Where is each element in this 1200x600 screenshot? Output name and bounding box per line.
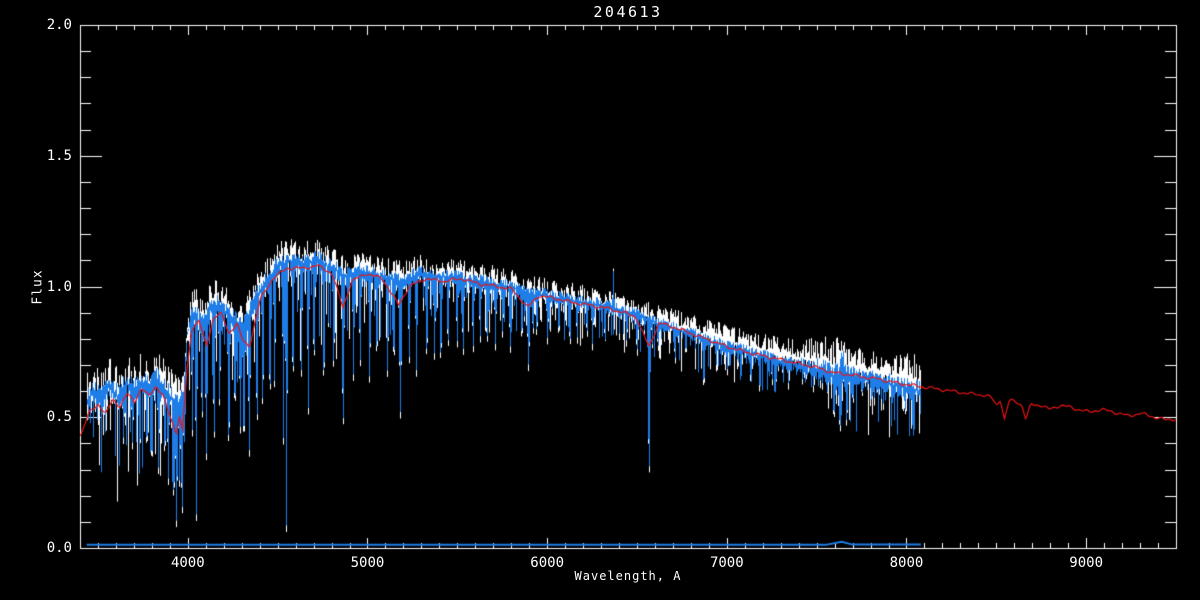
y-tick-label: 2.0 (46, 17, 72, 33)
y-tick-label: 0.5 (46, 409, 72, 426)
spectrum-plot-canvas (0, 0, 1200, 600)
x-tick-label: 7000 (709, 555, 744, 571)
x-tick-label: 9000 (1069, 555, 1104, 571)
plot-title: 204613 (593, 3, 663, 21)
y-tick-label: 0.0 (46, 540, 72, 556)
x-axis-label: Wavelength, A (574, 569, 682, 583)
x-tick-label: 5000 (350, 555, 385, 571)
y-tick-label: 1.0 (46, 278, 72, 295)
spectrum-figure: 204613 Flux Wavelength, A 4000 5000 6000 70… (0, 0, 1200, 600)
x-tick-label: 6000 (530, 555, 564, 571)
x-tick-label: 8000 (889, 555, 924, 571)
x-tick-label: 4000 (170, 555, 205, 571)
y-tick-label: 1.5 (46, 147, 72, 164)
